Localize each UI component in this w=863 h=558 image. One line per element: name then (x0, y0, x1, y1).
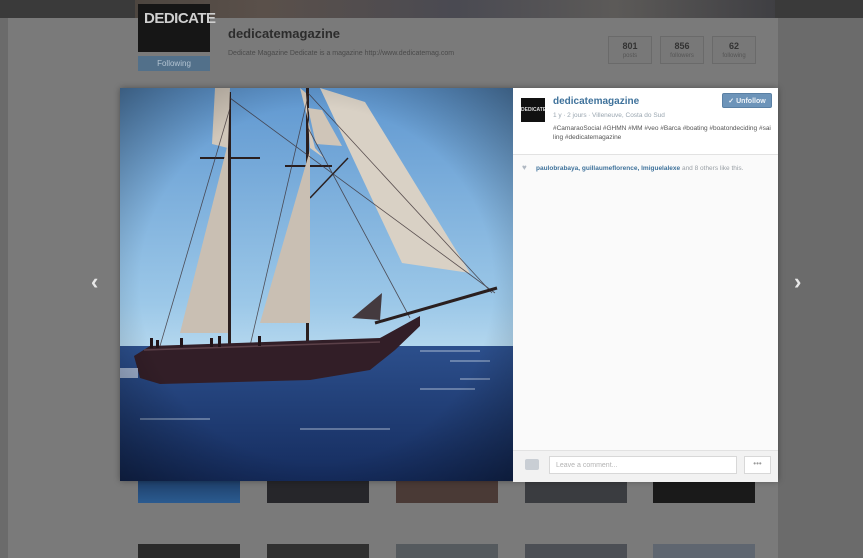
likes-text: paulobrabaya, guillaumeflorence, lmiguel… (536, 164, 768, 173)
grid-thumbnail[interactable] (267, 544, 369, 558)
post-meta: 1 y ∙ 2 jours ∙ Villeneuve, Costa do Sud (553, 112, 665, 119)
grid-thumbnail[interactable] (653, 544, 755, 558)
comment-input[interactable]: Leave a comment... (549, 456, 737, 474)
post-username-link[interactable]: dedicatemagazine (553, 96, 639, 107)
post-sidebar: DEDICATE dedicatemagazine 1 y ∙ 2 jours … (513, 88, 778, 482)
comment-bubble-icon[interactable] (525, 459, 539, 470)
unfollow-button[interactable]: ✓ Unfollow (722, 93, 772, 108)
profile-username: dedicatemagazine (228, 26, 340, 41)
grid-thumbnail[interactable] (267, 481, 369, 503)
heart-icon: ♥ (522, 163, 527, 172)
avatar[interactable]: DEDICATE (521, 98, 545, 122)
grid-thumbnail[interactable] (653, 481, 755, 503)
likes-rest: and 8 others like this. (681, 165, 744, 172)
profile-logo: DEDICATE (138, 4, 216, 52)
cover-image-strip (135, 0, 775, 18)
grid-thumbnail[interactable] (396, 544, 498, 558)
more-options-button[interactable]: ••• (744, 456, 771, 474)
stat-value: 801 (622, 41, 638, 51)
grid-thumbnail[interactable] (525, 481, 627, 503)
post-photo (120, 88, 513, 481)
post-header: DEDICATE dedicatemagazine 1 y ∙ 2 jours … (513, 88, 778, 155)
stat-label: following (722, 53, 746, 59)
stat-value: 62 (728, 41, 739, 51)
profile-bio: Dedicate Magazine Dedicate is a magazine… (228, 50, 455, 57)
grid-thumbnail[interactable] (396, 481, 498, 503)
sailing-ship-image (120, 88, 513, 481)
stat-following[interactable]: 62 following (712, 36, 756, 64)
grid-thumbnail[interactable] (525, 544, 627, 558)
check-icon: ✓ (728, 98, 735, 105)
follow-button[interactable]: Following (138, 56, 210, 71)
stat-posts[interactable]: 801 posts (608, 36, 652, 64)
post-caption: #CamaraoSocial #GHMN #MM #veo #Barca #bo… (553, 125, 771, 141)
grid-thumbnail[interactable] (138, 481, 240, 503)
stat-label: posts (622, 53, 638, 59)
stat-value: 856 (674, 41, 690, 51)
stat-label: followers (670, 53, 694, 59)
comment-bar: Leave a comment... ••• (513, 450, 778, 482)
unfollow-label: Unfollow (736, 98, 766, 105)
stat-followers[interactable]: 856 followers (660, 36, 704, 64)
photo-modal: DEDICATE dedicatemagazine 1 y ∙ 2 jours … (120, 88, 778, 482)
previous-arrow-button[interactable]: ‹ (91, 268, 98, 296)
likes-row: ♥ paulobrabaya, guillaumeflorence, lmigu… (513, 155, 778, 187)
likers-link[interactable]: paulobrabaya, guillaumeflorence, lmiguel… (536, 165, 680, 172)
grid-thumbnail[interactable] (138, 544, 240, 558)
next-arrow-button[interactable]: › (794, 268, 801, 296)
